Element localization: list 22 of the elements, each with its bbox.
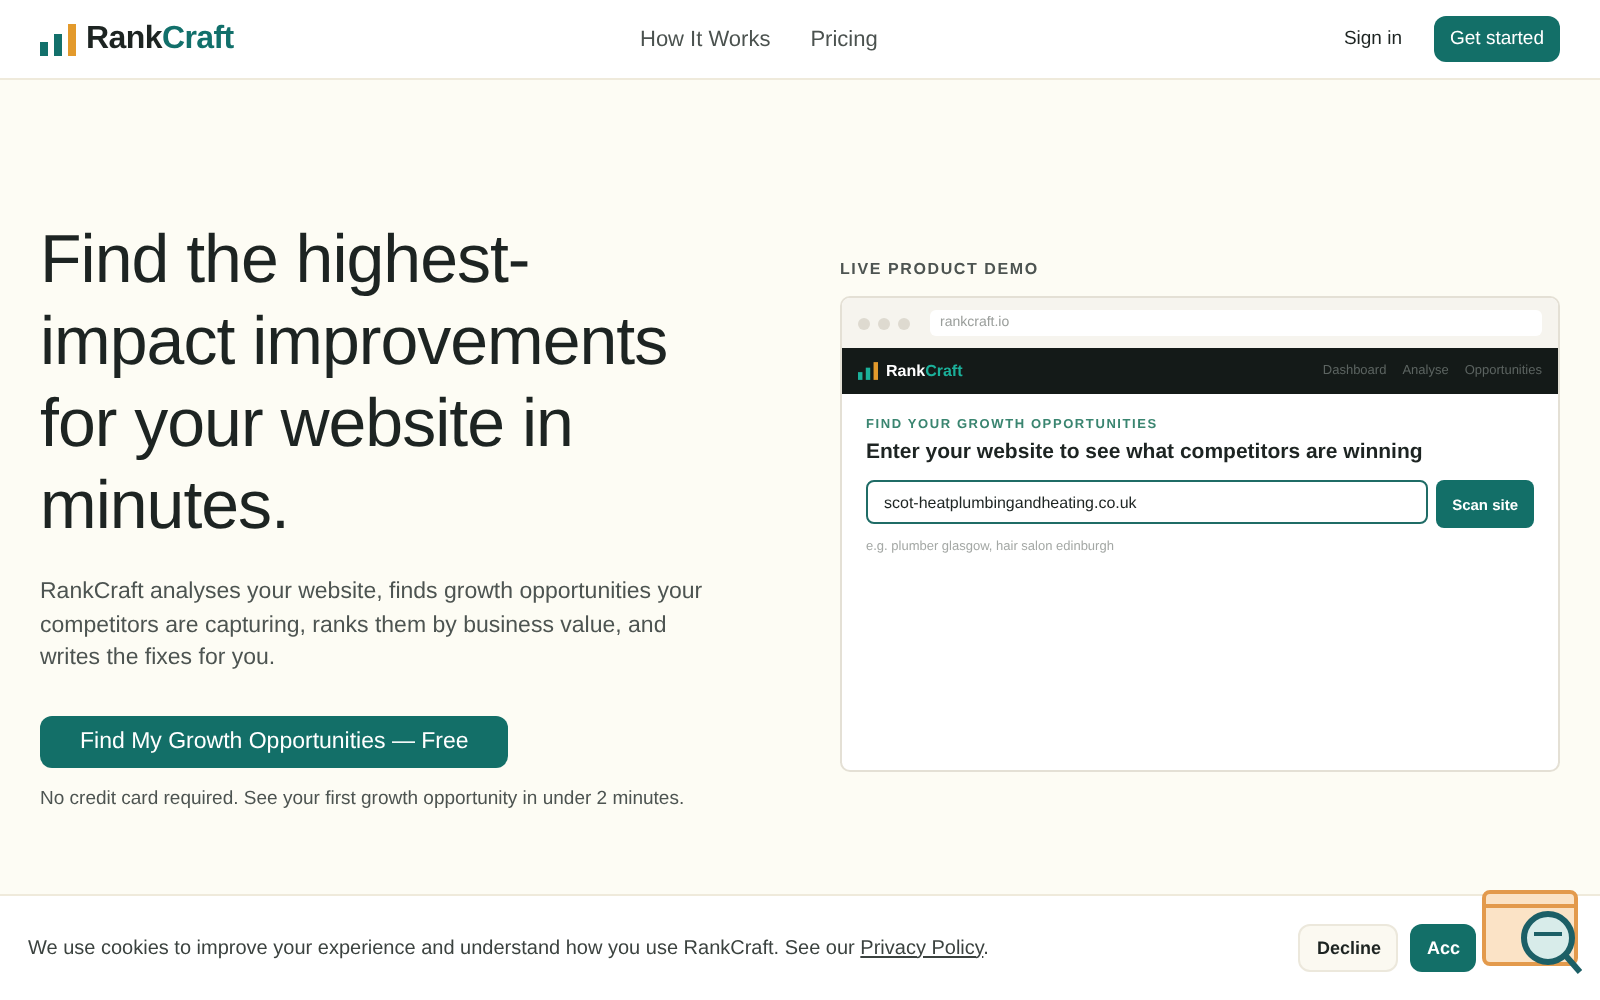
- nav-link[interactable]: Pricing: [810, 27, 878, 51]
- period-text: .: [983, 937, 989, 959]
- hero-description: RankCraft analyses your website, finds growth opportunities your competitors are capturing, ranks them by business value, and writes the fixes for you.: [40, 578, 705, 674]
- demo-label: LIVE PRODUCT DEMO: [840, 260, 1041, 278]
- website-input[interactable]: scot-heatplumbingandheating.co.uk: [866, 480, 1429, 524]
- nav-link[interactable]: How It Works: [640, 27, 771, 51]
- bar-chart-icon: [858, 362, 878, 380]
- bar-chart-icon: [40, 23, 76, 55]
- window-dots-icon: [858, 317, 910, 329]
- decline-button[interactable]: Decline: [1298, 924, 1399, 972]
- app-logo[interactable]: RankCraft: [886, 362, 963, 380]
- get-started-button[interactable]: Get started: [1434, 16, 1560, 62]
- privacy-policy-link[interactable]: Privacy Policy: [860, 937, 984, 959]
- demo-heading: Enter your website to see what competitors are winning: [866, 440, 1425, 464]
- cookie-message: We use cookies to improve your experience and understand how you use RankCraft. See our: [28, 937, 855, 959]
- sign-in-link[interactable]: Sign in: [1343, 28, 1402, 50]
- find-opportunities-button[interactable]: Find My Growth Opportunities — Free: [40, 715, 509, 767]
- hero-headline: Find the highest-impact improvements for your website in minutes.: [40, 220, 670, 548]
- hero-note: No credit card required. See your first growth opportunity in under 2 minutes.: [40, 787, 687, 809]
- brand-logo[interactable]: RankCraft: [86, 21, 234, 57]
- accept-button[interactable]: Acc: [1410, 924, 1476, 972]
- search-widget-icon[interactable]: [1482, 890, 1582, 974]
